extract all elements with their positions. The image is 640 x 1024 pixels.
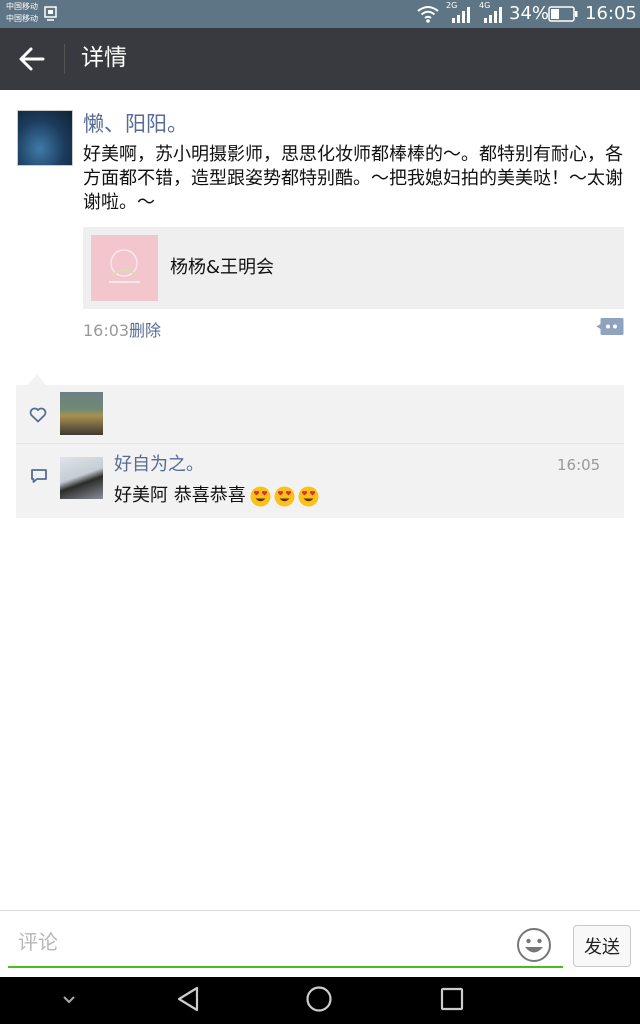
commenter-avatar[interactable] <box>60 457 103 499</box>
comment-input-area <box>8 918 563 968</box>
author-name[interactable]: 懒、阳阳。 <box>83 110 188 138</box>
heart-icon <box>29 407 47 423</box>
shared-link-title: 杨杨&王明会 <box>170 257 275 278</box>
square-recents-icon[interactable] <box>440 985 464 1013</box>
heart-eyes-emoji-icon <box>250 486 271 506</box>
comment-dots-icon[interactable] <box>596 317 624 336</box>
sim-card-icon <box>44 6 57 21</box>
smiley-icon[interactable] <box>516 927 552 963</box>
carrier-2: 中国移动 <box>6 14 38 23</box>
post-time: 16:03 <box>83 321 130 340</box>
shared-link-card[interactable]: 杨杨&王明会 <box>83 227 624 309</box>
title-bar: 详情 <box>0 28 640 90</box>
triangle-back-icon[interactable] <box>175 985 201 1013</box>
signal-strength-icon <box>484 7 502 23</box>
comment-input[interactable] <box>8 918 518 966</box>
comment-time: 16:05 <box>557 456 601 474</box>
page-title: 详情 <box>81 45 127 71</box>
arrow-left-icon[interactable] <box>18 46 46 72</box>
input-underline <box>8 966 563 968</box>
speech-bubble-icon <box>31 469 47 483</box>
comment-body: 好美阿 恭喜恭喜 <box>114 485 246 506</box>
panel-divider <box>16 443 624 444</box>
panel-pointer <box>28 374 46 385</box>
post-text: 好美啊，苏小明摄影师，思思化妆师都棒棒的～。都特别有耐心，各方面都不错，造型跟姿… <box>83 144 623 213</box>
battery-percent: 34% <box>509 3 550 24</box>
comment-text: 好美阿 恭喜恭喜 <box>114 483 319 509</box>
likes-comments-panel: 好自为之。 16:05 好美阿 恭喜恭喜 <box>16 385 624 518</box>
heart-eyes-emoji-icon <box>298 486 319 506</box>
commenter-name[interactable]: 好自为之。 <box>114 453 204 477</box>
carrier-labels: 中国移动 中国移动 <box>6 1 38 25</box>
heart-eyes-emoji-icon <box>274 486 295 506</box>
battery-icon <box>548 6 578 22</box>
status-time: 16:05 <box>585 3 637 24</box>
carrier-1: 中国移动 <box>6 2 38 11</box>
like-avatar[interactable] <box>60 392 103 435</box>
author-avatar[interactable] <box>17 110 73 166</box>
system-nav-bar <box>0 977 640 1024</box>
shared-link-thumbnail <box>91 235 158 301</box>
title-divider <box>64 44 65 74</box>
wifi-icon <box>417 6 439 23</box>
signal-strength-icon <box>452 7 470 23</box>
status-bar: 中国移动 中国移动 2G 4G 34% 16:05 <box>0 0 640 28</box>
delete-link[interactable]: 删除 <box>129 320 161 342</box>
circle-home-icon[interactable] <box>305 985 333 1013</box>
send-button[interactable]: 发送 <box>573 925 631 967</box>
chevron-down-icon[interactable] <box>60 993 78 1007</box>
input-bar-divider <box>0 910 640 911</box>
